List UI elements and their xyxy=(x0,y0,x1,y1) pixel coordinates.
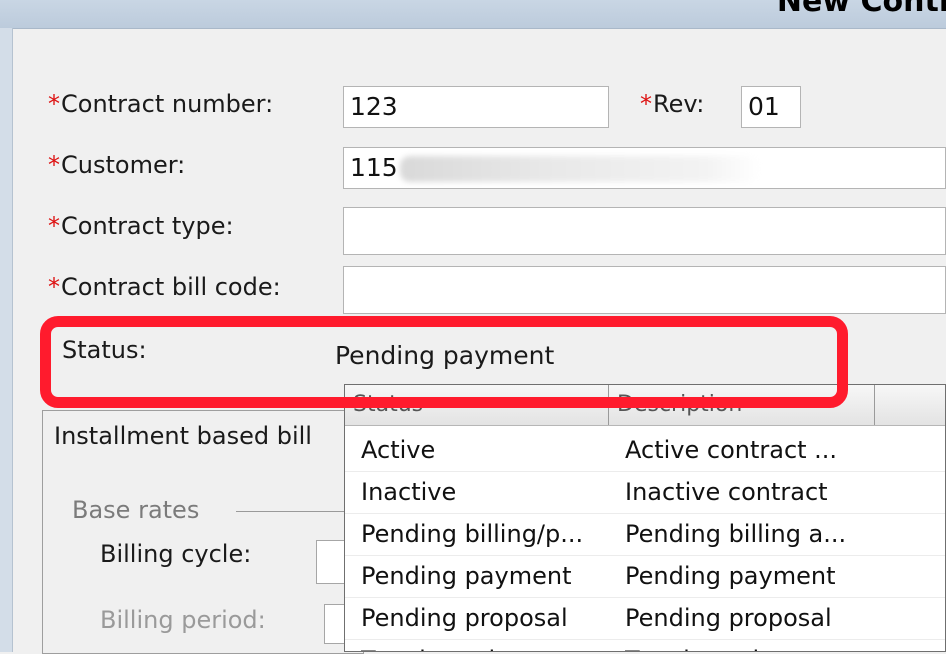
base-rates-divider xyxy=(236,511,346,512)
status-label: Status: xyxy=(62,336,147,364)
contract-number-label: *Contract number: xyxy=(48,90,274,118)
required-marker: * xyxy=(48,273,60,301)
redacted-area xyxy=(399,156,760,182)
contract-number-input[interactable]: 123 xyxy=(343,86,609,128)
contract-bill-code-input[interactable] xyxy=(343,266,946,314)
status-dropdown-list[interactable]: Status Description Active Active contrac… xyxy=(344,384,946,652)
rev-input[interactable]: 01 xyxy=(741,86,801,128)
status-combobox[interactable]: Pending payment xyxy=(333,336,935,376)
billing-period-label: Billing period: xyxy=(100,606,266,634)
base-rates-label: Base rates xyxy=(72,496,200,524)
dropdown-header: Status Description xyxy=(345,385,945,426)
status-description: Pending proposal xyxy=(625,604,832,632)
billing-cycle-label: Billing cycle: xyxy=(100,540,252,568)
status-option: Pending billing/p... xyxy=(361,520,584,548)
status-option: Pending payment xyxy=(361,562,572,590)
window-frame-left xyxy=(0,28,13,652)
contract-bill-code-label: *Contract bill code: xyxy=(48,273,281,301)
window-title: New Contract xyxy=(776,0,946,19)
column-header-description[interactable]: Description xyxy=(609,385,875,425)
list-item[interactable]: Terminated Terminated con... xyxy=(345,639,945,651)
list-item[interactable]: Pending billing/p... Pending billing a..… xyxy=(345,513,945,556)
installment-billing-title: Installment based bill xyxy=(54,422,312,450)
list-item[interactable]: Active Active contract ... xyxy=(345,429,945,472)
list-item[interactable]: Pending payment Pending payment xyxy=(345,555,945,598)
customer-input[interactable]: 115 xyxy=(343,147,946,189)
required-marker: * xyxy=(48,151,60,179)
status-description: Pending billing a... xyxy=(625,520,847,548)
rev-label: *Rev: xyxy=(640,90,705,118)
required-marker: * xyxy=(640,90,652,118)
contract-type-input[interactable] xyxy=(343,207,946,255)
list-item[interactable]: Inactive Inactive contract xyxy=(345,471,945,514)
status-description: Active contract ... xyxy=(625,436,838,464)
required-marker: * xyxy=(48,90,60,118)
status-option: Terminated xyxy=(361,639,611,651)
column-header-extra xyxy=(875,385,945,425)
status-option: Pending proposal xyxy=(361,604,568,632)
status-option: Inactive xyxy=(361,478,457,506)
status-option: Active xyxy=(361,436,436,464)
list-item[interactable]: Pending proposal Pending proposal xyxy=(345,597,945,640)
status-description: Pending payment xyxy=(625,562,836,590)
status-description: Terminated con... xyxy=(625,639,945,651)
required-marker: * xyxy=(48,212,60,240)
column-header-status[interactable]: Status xyxy=(345,385,609,425)
customer-value: 115 xyxy=(350,153,398,182)
title-bar: New Contract xyxy=(0,0,946,29)
contract-type-label: *Contract type: xyxy=(48,212,234,240)
status-description: Inactive contract xyxy=(625,478,828,506)
customer-label: *Customer: xyxy=(48,151,186,179)
